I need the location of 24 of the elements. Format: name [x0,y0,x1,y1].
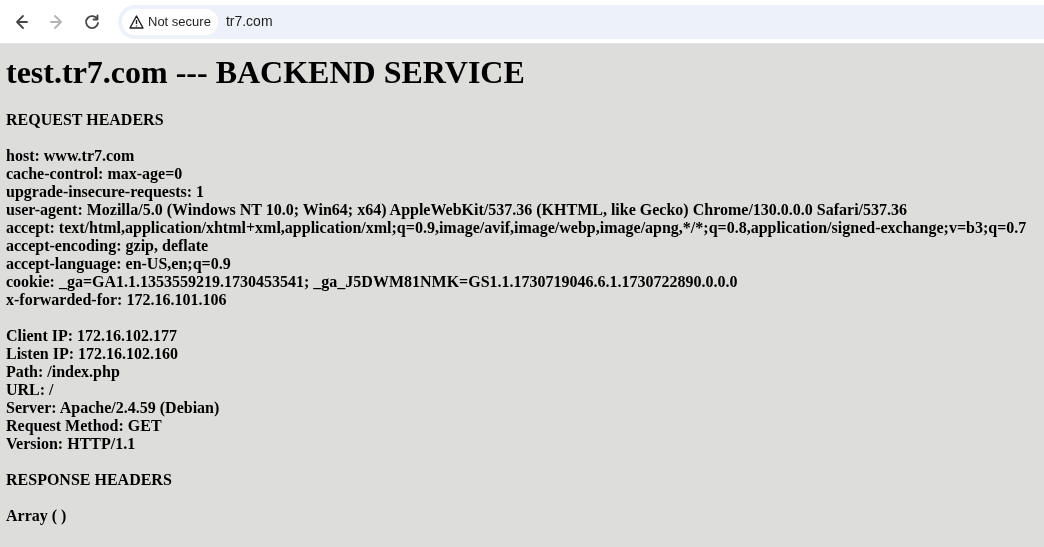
warning-icon [129,14,144,29]
header-line: upgrade-insecure-requests: 1 [6,183,205,201]
address-bar[interactable]: Not secure tr7.com [118,4,1044,39]
info-line: URL: / [6,381,54,399]
info-line: Request Method: GET [6,417,162,435]
header-line: accept-encoding: gzip, deflate [6,237,209,255]
header-line: accept: text/html,application/xhtml+xml,application/xml;q=0.9,image/avif,image/webp,image/apng,*/*;q=0.8,application/signed-exchange;v=b3;q=0.7 [6,219,1027,237]
header-line: host: www.tr7.com [6,147,135,165]
security-chip[interactable]: Not secure [122,8,218,35]
info-line: Version: HTTP/1.1 [6,435,136,453]
info-line: Client IP: 172.16.102.177 [6,327,178,345]
header-line: user-agent: Mozilla/5.0 (Windows NT 10.0; Win64; x64) AppleWebKit/537.36 (KHTML, like Gecko) Chrome/130.0.0.0 Safari/537.36 [6,201,908,219]
info-line: Server: Apache/2.4.59 (Debian) [6,399,220,417]
header-line: accept-language: en-US,en;q=0.9 [6,255,231,273]
header-line: cookie: _ga=GA1.1.1353559219.1730453541; _ga_J5DWM81NMK=GS1.1.1730719046.6.1.1730722890.0.0.0 [6,273,738,291]
info-line: Listen IP: 172.16.102.160 [6,345,178,363]
header-line: x-forwarded-for: 172.16.101.106 [6,291,227,309]
section-heading: RESPONSE HEADERS [6,471,172,489]
page-title: test.tr7.com --- BACKEND SERVICE [6,54,525,91]
response-body: Array ( ) [6,507,67,525]
info-line: Path: /index.php [6,363,120,381]
section-heading: REQUEST HEADERS [6,111,164,129]
header-line: cache-control: max-age=0 [6,165,183,183]
url-text: tr7.com [225,12,273,31]
